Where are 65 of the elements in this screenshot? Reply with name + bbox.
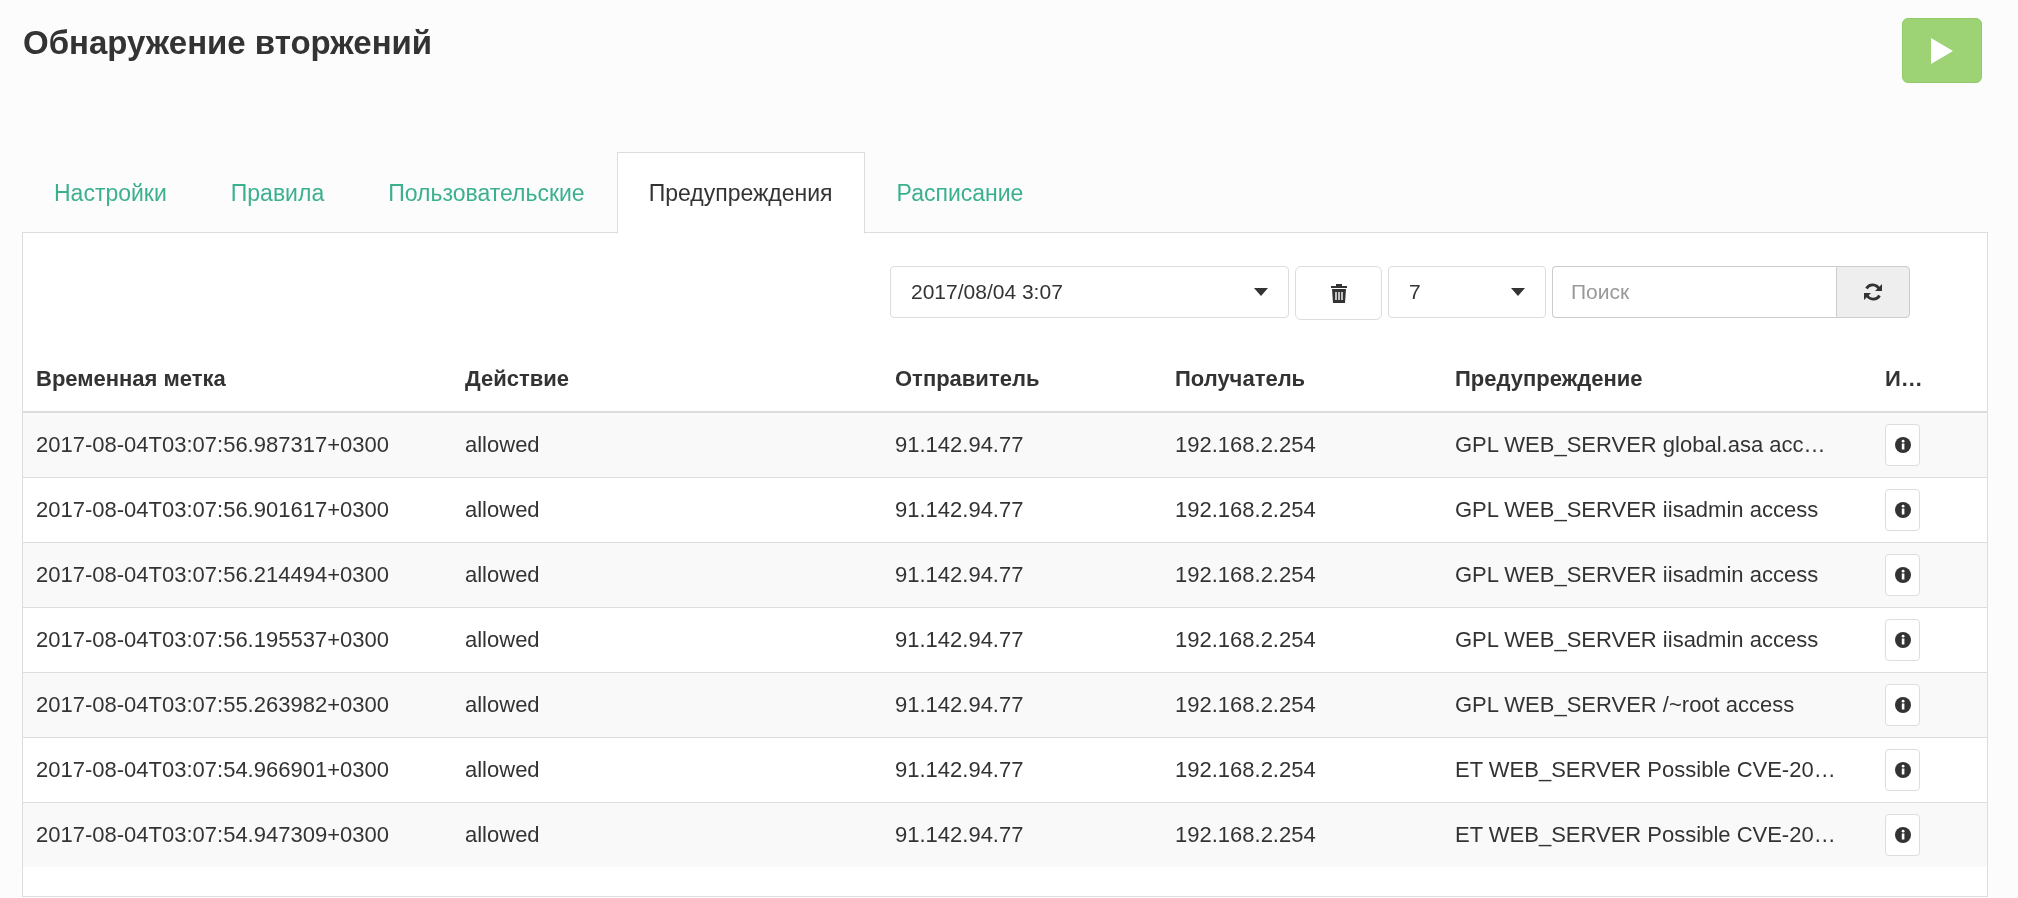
caret-icon [1511,288,1525,296]
info-button[interactable] [1885,423,1920,466]
table-cell: ET WEB_SERVER Possible CVE-20… [1442,802,1872,867]
info-button[interactable] [1885,748,1920,791]
info-icon [1894,436,1911,453]
table-cell: 192.168.2.254 [1162,672,1442,737]
table-cell: GPL WEB_SERVER iisadmin access [1442,477,1872,542]
info-icon [1894,696,1911,713]
table-cell: 2017-08-04T03:07:54.947309+0300 [23,802,452,867]
info-icon [1894,761,1911,778]
table-cell: 2017-08-04T03:07:56.214494+0300 [23,542,452,607]
table-cell: allowed [452,607,882,672]
table-cell: 91.142.94.77 [882,477,1162,542]
table-cell: 91.142.94.77 [882,672,1162,737]
play-icon [1931,37,1953,64]
caret-icon [1254,288,1268,296]
search-field[interactable]: Поиск [1552,266,1836,318]
table-cell: 192.168.2.254 [1162,542,1442,607]
table-cell: 91.142.94.77 [882,737,1162,802]
count-dropdown[interactable]: 7 [1388,266,1546,318]
info-icon [1894,566,1911,583]
table-cell: allowed [452,542,882,607]
date-dropdown[interactable]: 2017/08/04 3:07 [890,266,1289,318]
table-cell: 192.168.2.254 [1162,477,1442,542]
table-cell: 2017-08-04T03:07:54.966901+0300 [23,737,452,802]
table-cell: allowed [452,672,882,737]
table-cell: allowed [452,477,882,542]
refresh-icon [1863,282,1883,302]
info-button[interactable] [1885,683,1920,726]
table-cell: ET WEB_SERVER Possible CVE-20… [1442,737,1872,802]
table-cell: 2017-08-04T03:07:56.987317+0300 [23,412,452,477]
tab[interactable]: Правила [198,152,357,233]
table-cell: GPL WEB_SERVER iisadmin access [1442,542,1872,607]
table-cell: GPL WEB_SERVER iisadmin access [1442,607,1872,672]
table-cell: 192.168.2.254 [1162,412,1442,477]
table-cell: 91.142.94.77 [882,607,1162,672]
info-button[interactable] [1885,553,1920,596]
table-cell: 91.142.94.77 [882,542,1162,607]
refresh-button[interactable] [1836,266,1910,318]
table-cell: 91.142.94.77 [882,412,1162,477]
tab[interactable]: Расписание [864,152,1056,233]
info-button[interactable] [1885,813,1920,856]
info-button[interactable] [1885,618,1920,661]
table-cell: 192.168.2.254 [1162,607,1442,672]
info-icon [1894,826,1911,843]
table-cell: 91.142.94.77 [882,802,1162,867]
table-cell: GPL WEB_SERVER global.asa acc… [1442,412,1872,477]
tab[interactable]: Пользовательские [356,152,617,233]
table-cell: 2017-08-04T03:07:55.263982+0300 [23,672,452,737]
table-cell: 192.168.2.254 [1162,737,1442,802]
table-cell: 2017-08-04T03:07:56.901617+0300 [23,477,452,542]
table-cell: allowed [452,412,882,477]
table-cell: GPL WEB_SERVER /~root access [1442,672,1872,737]
info-button[interactable] [1885,488,1920,531]
info-icon [1894,631,1911,648]
table-cell: allowed [452,737,882,802]
table-cell: 2017-08-04T03:07:56.195537+0300 [23,607,452,672]
table-cell: allowed [452,802,882,867]
trash-icon [1330,283,1347,303]
tab[interactable]: Предупреждения [616,152,865,234]
page-title: Обнаружение вторжений [23,24,433,62]
info-icon [1894,501,1911,518]
table-cell: 192.168.2.254 [1162,802,1442,867]
tab[interactable]: Настройки [22,152,199,233]
delete-button[interactable] [1295,266,1382,320]
